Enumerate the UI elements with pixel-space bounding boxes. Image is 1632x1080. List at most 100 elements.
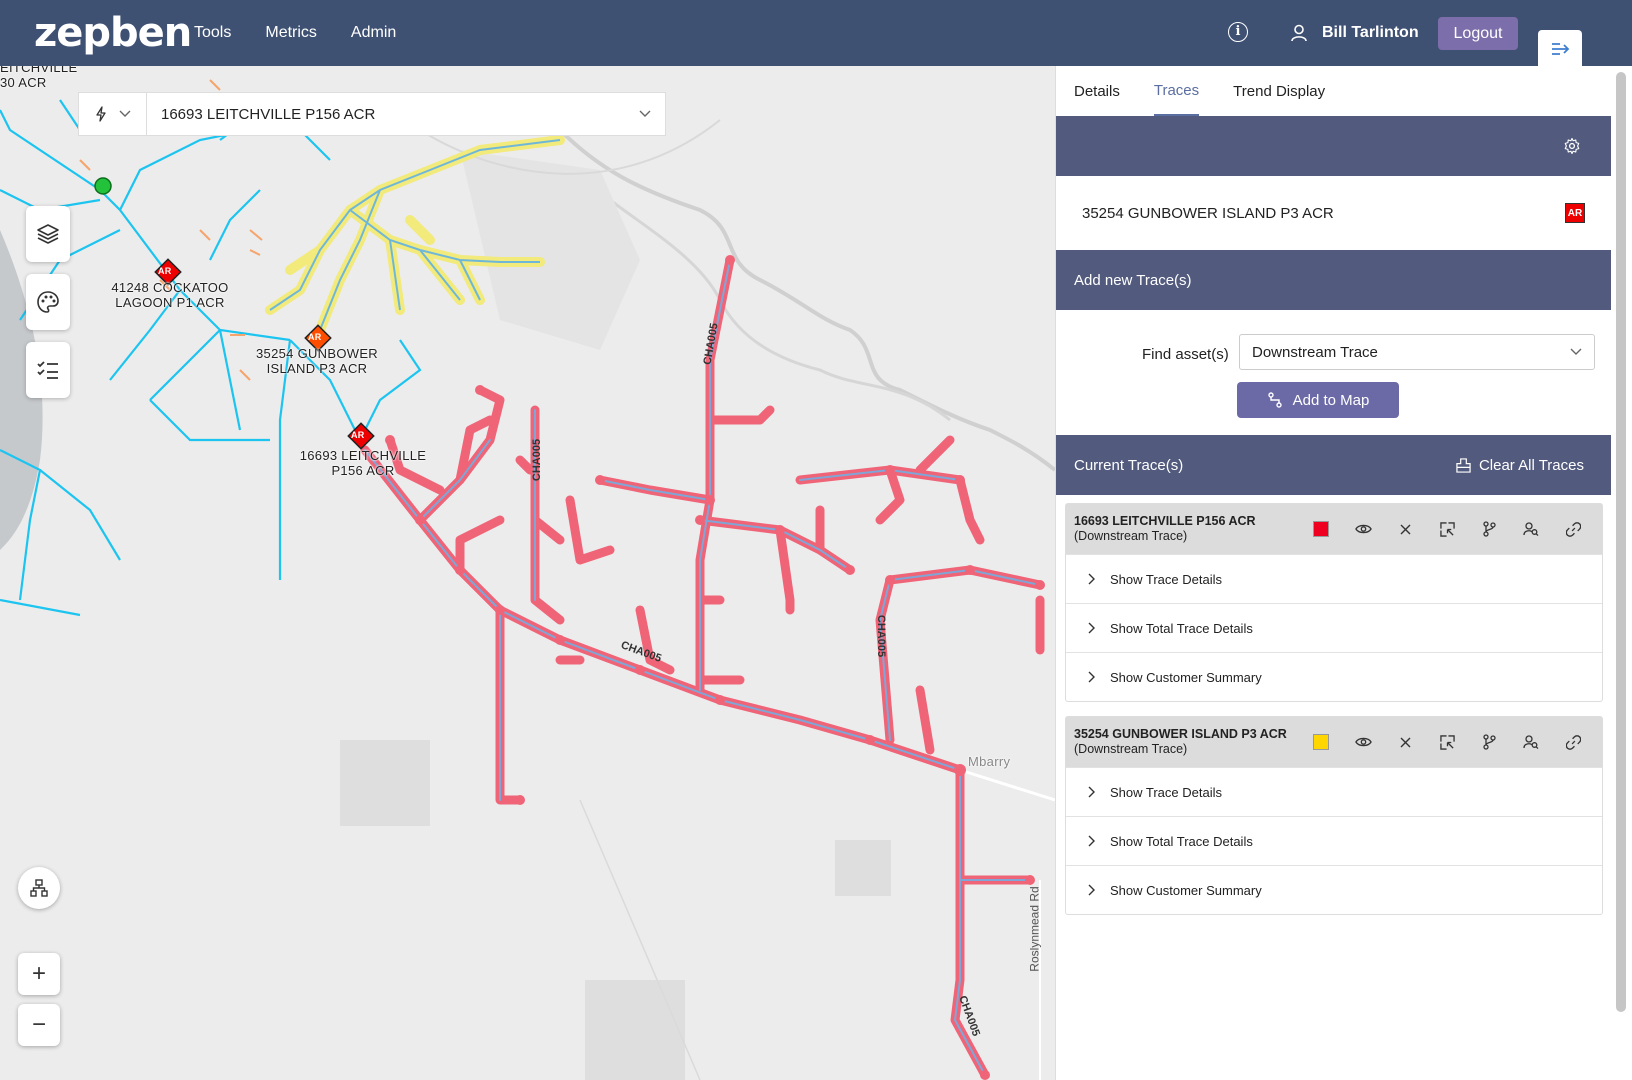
checklist-icon xyxy=(37,361,58,379)
styles-button[interactable] xyxy=(26,274,70,330)
ar-text-cockatoo: AR xyxy=(158,266,172,276)
layers-icon xyxy=(37,224,59,244)
copy-link-button[interactable] xyxy=(1552,514,1594,544)
feeder-search-value: 16693 LEITCHVILLE P156 ACR xyxy=(161,105,376,123)
trace-color-picker[interactable] xyxy=(1300,727,1342,757)
tab-traces[interactable]: Traces xyxy=(1153,66,1200,116)
feeder-label-4: CHA005 xyxy=(875,614,888,658)
clear-all-label: Clear All Traces xyxy=(1478,456,1584,474)
trace-actions xyxy=(1300,727,1594,757)
eye-icon xyxy=(1354,737,1372,747)
panel-tabs: Details Traces Trend Display xyxy=(1056,66,1611,116)
feeder-label-2: CHA005 xyxy=(531,438,544,482)
trace-header: 16693 LEITCHVILLE P156 ACR (Downstream T… xyxy=(1066,504,1602,554)
show-total-trace-details[interactable]: Show Total Trace Details xyxy=(1066,603,1602,652)
select-area-icon xyxy=(1439,734,1455,750)
user-menu[interactable]: Bill Tarlinton xyxy=(1290,0,1419,66)
river xyxy=(558,128,1055,472)
remove-trace-button[interactable] xyxy=(1384,727,1426,757)
user-name: Bill Tarlinton xyxy=(1322,24,1419,41)
show-customer-summary[interactable]: Show Customer Summary xyxy=(1066,652,1602,701)
map-label-leitchville[interactable]: 16693 LEITCHVILLE P156 ACR xyxy=(298,448,428,478)
zoom-in-button[interactable]: + xyxy=(18,953,60,995)
map-svg xyxy=(0,79,1055,1080)
show-total-trace-details[interactable]: Show Total Trace Details xyxy=(1066,816,1602,865)
row-label: Show Total Trace Details xyxy=(1110,833,1253,849)
trace-color-picker[interactable] xyxy=(1300,514,1342,544)
zepben-logo[interactable]: zepben xyxy=(34,10,192,56)
nav-tools[interactable]: Tools xyxy=(194,24,231,42)
hierarchy-icon xyxy=(30,879,48,897)
branch-trace-button[interactable] xyxy=(1468,514,1510,544)
map-label-gunbower[interactable]: 35254 GUNBOWER ISLAND P3 ACR xyxy=(252,346,382,376)
zoom-to-trace-button[interactable] xyxy=(1426,514,1468,544)
tab-trend-display[interactable]: Trend Display xyxy=(1233,66,1325,116)
remove-trace-button[interactable] xyxy=(1384,514,1426,544)
land-patch xyxy=(460,150,640,350)
eraser-icon xyxy=(1456,457,1471,473)
map-canvas[interactable]: AR AR AR EITCHVILLE 30 ACR 41248 COCKATOO… xyxy=(0,66,1055,1080)
map-label-town: Mbarry xyxy=(968,754,1011,769)
info-icon[interactable]: i xyxy=(1228,22,1248,42)
feeder-search-input[interactable]: 16693 LEITCHVILLE P156 ACR xyxy=(147,93,665,135)
trace-title: 16693 LEITCHVILLE P156 ACR (Downstream T… xyxy=(1074,514,1294,544)
ar-text-leitchville: AR xyxy=(351,430,365,440)
user-search-icon xyxy=(1523,522,1539,537)
close-icon xyxy=(1400,524,1410,534)
scrollbar-thumb[interactable] xyxy=(1616,72,1626,1012)
eye-icon xyxy=(1354,524,1372,534)
tab-details[interactable]: Details xyxy=(1074,66,1120,116)
show-trace-details[interactable]: Show Trace Details xyxy=(1066,767,1602,816)
find-asset-select[interactable]: Downstream Trace xyxy=(1239,334,1595,370)
row-label: Show Trace Details xyxy=(1110,784,1222,800)
side-panel: Details Traces Trend Display 35254 GUNBO… xyxy=(1055,66,1612,1080)
logout-button[interactable]: Logout xyxy=(1438,17,1518,50)
main-nav: Tools Metrics Admin xyxy=(194,0,396,66)
find-asset-row: Find asset(s) Downstream Trace xyxy=(1056,310,1611,372)
checklist-button[interactable] xyxy=(26,342,70,398)
chevron-down-icon xyxy=(119,110,130,117)
current-traces-title: Current Trace(s) xyxy=(1074,456,1184,474)
clear-all-traces-button[interactable]: Clear All Traces xyxy=(1456,457,1584,474)
panel-scrollbar[interactable] xyxy=(1611,66,1632,1080)
map-search: 16693 LEITCHVILLE P156 ACR xyxy=(78,92,666,136)
customer-search-button[interactable] xyxy=(1510,514,1552,544)
layers-button[interactable] xyxy=(26,206,70,262)
chevron-right-icon xyxy=(1088,835,1095,847)
row-label: Show Customer Summary xyxy=(1110,882,1262,898)
trace-type: (Downstream Trace) xyxy=(1074,529,1188,543)
find-asset-label: Find asset(s) xyxy=(1142,346,1229,363)
copy-link-button[interactable] xyxy=(1552,727,1594,757)
row-label: Show Total Trace Details xyxy=(1110,620,1253,636)
zoom-out-button[interactable]: − xyxy=(18,1004,60,1046)
zoom-to-trace-button[interactable] xyxy=(1426,727,1468,757)
customer-search-button[interactable] xyxy=(1510,727,1552,757)
panel-toggle-button[interactable] xyxy=(1538,30,1582,68)
gear-icon[interactable] xyxy=(1563,137,1581,155)
land-block xyxy=(340,740,430,826)
ar-text-gunbower: AR xyxy=(308,332,322,342)
toggle-visibility-button[interactable] xyxy=(1342,514,1384,544)
add-to-map-label: Add to Map xyxy=(1292,391,1370,409)
network-tree-button[interactable] xyxy=(18,867,60,909)
toggle-visibility-button[interactable] xyxy=(1342,727,1384,757)
palette-icon xyxy=(37,291,59,313)
add-to-map-button[interactable]: Add to Map xyxy=(1237,382,1399,418)
nav-admin[interactable]: Admin xyxy=(351,24,396,42)
search-type-select[interactable] xyxy=(79,93,147,135)
map-label-cockatoo[interactable]: 41248 COCKATOO LAGOON P1 ACR xyxy=(108,280,232,310)
color-swatch xyxy=(1313,734,1329,750)
select-area-icon xyxy=(1439,521,1455,537)
land-block-3 xyxy=(585,980,685,1080)
chevron-right-icon xyxy=(1088,671,1095,683)
branch-icon xyxy=(1482,734,1496,750)
user-icon xyxy=(1291,24,1307,42)
nav-metrics[interactable]: Metrics xyxy=(265,24,317,42)
minus-icon: − xyxy=(31,1011,46,1038)
show-customer-summary[interactable]: Show Customer Summary xyxy=(1066,865,1602,914)
show-trace-details[interactable]: Show Trace Details xyxy=(1066,554,1602,603)
trace-actions xyxy=(1300,514,1594,544)
land-block-2 xyxy=(835,840,891,896)
branch-trace-button[interactable] xyxy=(1468,727,1510,757)
lightning-icon xyxy=(95,106,106,122)
